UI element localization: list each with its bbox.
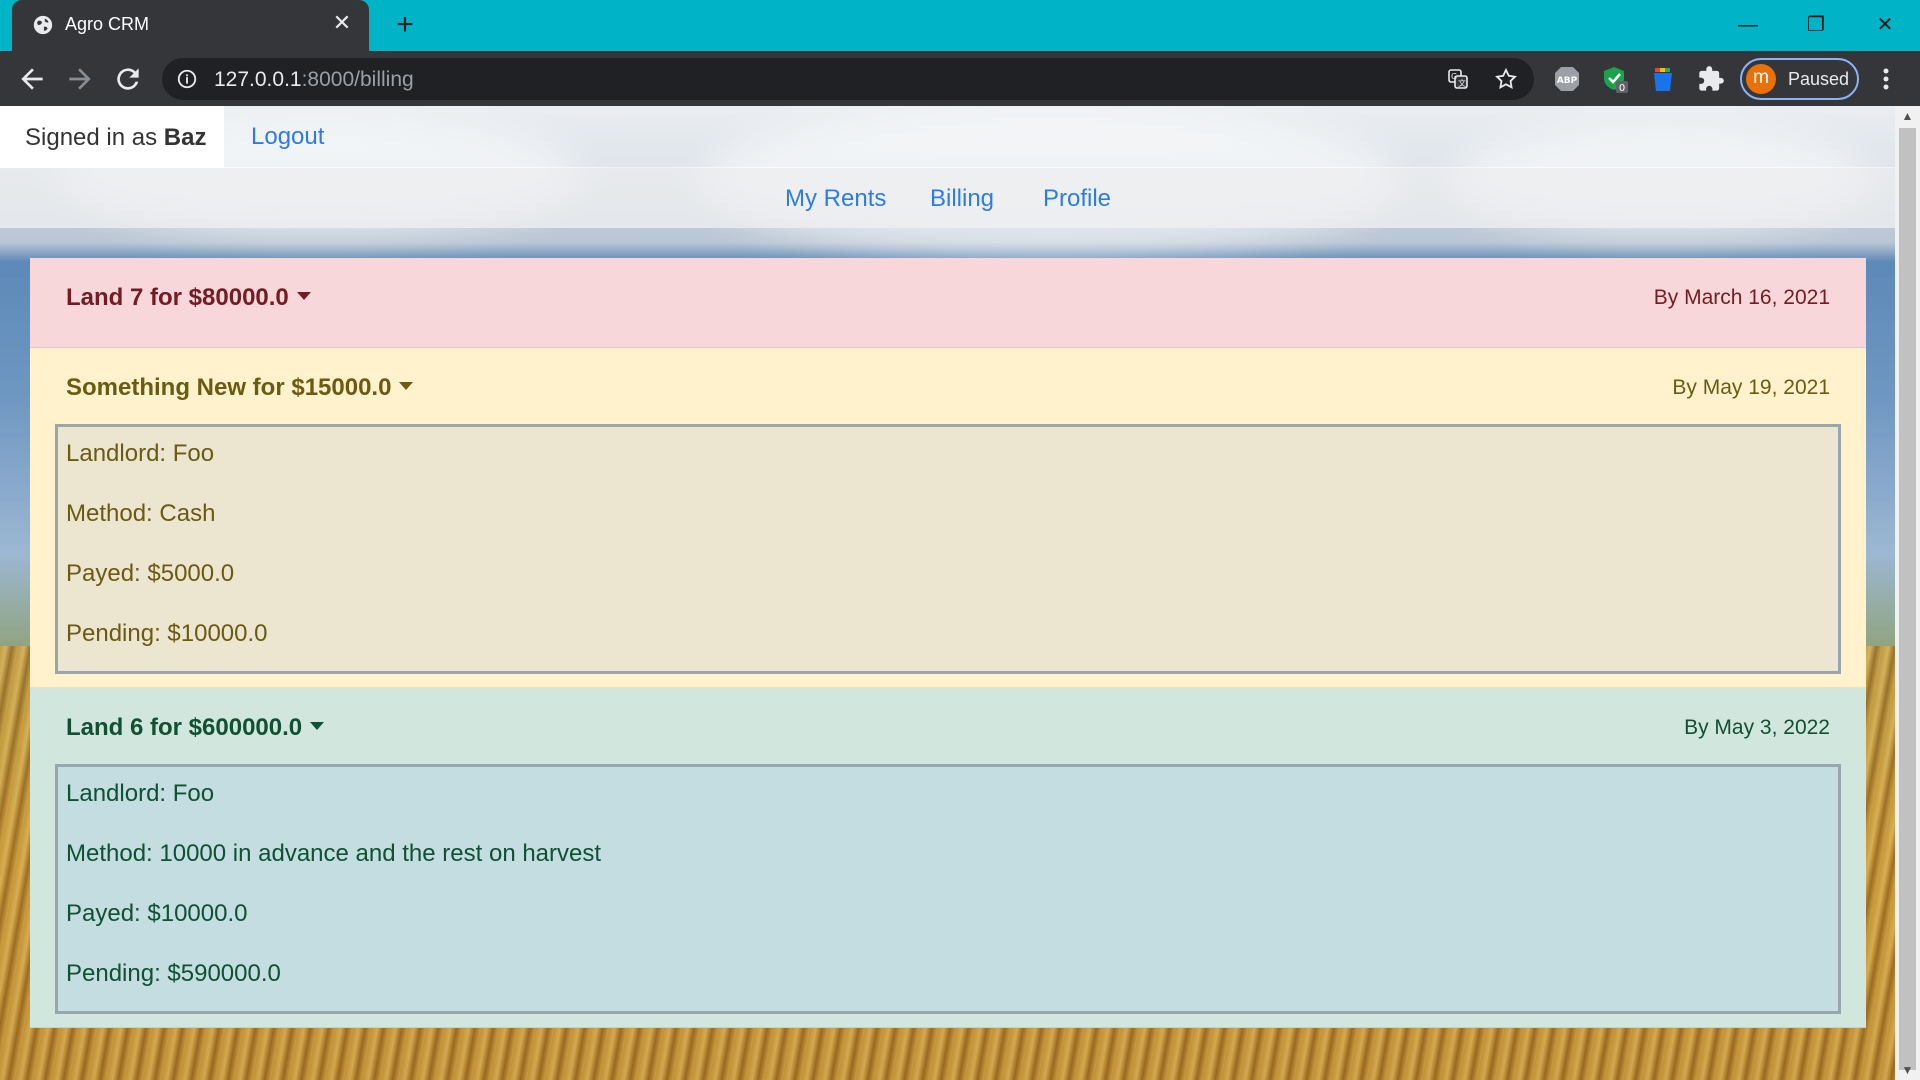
payed-text: Payed: $10000.0 xyxy=(66,900,248,927)
billing-item: Land 6 for $600000.0 By May 3, 2022 Land… xyxy=(30,688,1866,1028)
billing-item-date: By March 16, 2021 xyxy=(1653,286,1830,309)
adblock-label: ABP xyxy=(1557,76,1578,86)
tab-strip: Agro CRM ✕ + — ❐ ✕ xyxy=(0,0,1920,51)
billing-item-header[interactable]: Something New for $15000.0 By May 19, 20… xyxy=(30,348,1866,424)
restore-button[interactable]: ❐ xyxy=(1793,8,1839,42)
billing-item-title: Land 6 for $600000.0 xyxy=(66,714,303,741)
new-tab-button[interactable]: + xyxy=(390,10,420,40)
bookmark-star-icon[interactable] xyxy=(1494,67,1518,91)
signed-in-prefix: Signed in as xyxy=(25,124,158,151)
back-icon[interactable] xyxy=(16,63,48,95)
forward-icon[interactable] xyxy=(64,63,96,95)
billing-item-date: By May 3, 2022 xyxy=(1684,716,1830,739)
page-viewport: Signed in as Baz Logout My Rents Billing… xyxy=(0,106,1895,1080)
minimize-button[interactable]: — xyxy=(1725,8,1771,42)
signed-in-label: Signed in as Baz xyxy=(0,106,224,168)
svg-text:文: 文 xyxy=(1458,78,1466,88)
browser-toolbar: 127.0.0.1:8000/billing G 文 ABP 0 m Pause… xyxy=(0,51,1920,106)
svg-text:G: G xyxy=(1451,72,1457,81)
main-nav: My Rents Billing Profile xyxy=(0,168,1895,228)
extension-badge: 0 xyxy=(1619,83,1625,93)
billing-list: Land 7 for $80000.0 By March 16, 2021 So… xyxy=(30,258,1866,1028)
caret-down-icon xyxy=(310,721,325,730)
close-tab-icon[interactable]: ✕ xyxy=(331,12,353,34)
billing-item-details: Landlord: Foo Method: 10000 in advance a… xyxy=(55,764,1841,1014)
billing-item-date: By May 19, 2021 xyxy=(1672,376,1830,399)
username: Baz xyxy=(163,124,207,151)
landlord-text: Landlord: Foo xyxy=(66,780,215,807)
nav-my-rents[interactable]: My Rents xyxy=(785,185,886,213)
nav-billing[interactable]: Billing xyxy=(930,185,994,213)
billing-item-details: Landlord: Foo Method: Cash Payed: $5000.… xyxy=(55,424,1841,674)
billing-item-title: Land 7 for $80000.0 xyxy=(66,284,289,311)
close-window-button[interactable]: ✕ xyxy=(1862,8,1908,42)
profile-button[interactable]: m Paused xyxy=(1740,58,1859,100)
scrollbar-thumb[interactable] xyxy=(1899,128,1916,1070)
payed-text: Payed: $5000.0 xyxy=(66,560,235,587)
info-icon[interactable] xyxy=(176,68,198,90)
shield-check-icon[interactable]: 0 xyxy=(1601,65,1629,93)
billing-item-toggle[interactable]: Land 7 for $80000.0 xyxy=(66,284,311,312)
adblock-icon[interactable]: ABP xyxy=(1553,65,1581,93)
bucket-icon[interactable] xyxy=(1649,65,1677,93)
billing-item-header[interactable]: Land 7 for $80000.0 By March 16, 2021 xyxy=(30,258,1866,347)
billing-item: Something New for $15000.0 By May 19, 20… xyxy=(30,348,1866,688)
page-scrollbar[interactable]: ▲ ▼ xyxy=(1895,106,1920,1080)
method-text: Method: Cash xyxy=(66,500,216,527)
logout-link[interactable]: Logout xyxy=(251,123,324,151)
landlord-text: Landlord: Foo xyxy=(66,440,215,467)
tab-title: Agro CRM xyxy=(65,14,150,34)
method-text: Method: 10000 in advance and the rest on… xyxy=(66,840,602,867)
more-menu-icon[interactable] xyxy=(1876,65,1896,93)
user-bar: Signed in as Baz Logout xyxy=(0,106,1895,168)
avatar: m xyxy=(1746,64,1776,94)
billing-item-title: Something New for $15000.0 xyxy=(66,374,392,401)
scroll-down-icon[interactable]: ▼ xyxy=(1895,1060,1920,1080)
billing-item-toggle[interactable]: Land 6 for $600000.0 xyxy=(66,714,325,742)
url-path: :8000/billing xyxy=(301,68,414,91)
pending-text: Pending: $10000.0 xyxy=(66,620,268,647)
billing-item-toggle[interactable]: Something New for $15000.0 xyxy=(66,374,414,402)
reload-icon[interactable] xyxy=(112,63,144,95)
browser-tab[interactable]: Agro CRM ✕ xyxy=(12,0,369,51)
caret-down-icon xyxy=(296,291,311,300)
address-bar[interactable]: 127.0.0.1:8000/billing G 文 xyxy=(162,58,1534,100)
nav-profile[interactable]: Profile xyxy=(1043,185,1111,213)
billing-item: Land 7 for $80000.0 By March 16, 2021 xyxy=(30,258,1866,348)
billing-item-header[interactable]: Land 6 for $600000.0 By May 3, 2022 xyxy=(30,688,1866,764)
pending-text: Pending: $590000.0 xyxy=(66,960,281,987)
extensions-puzzle-icon[interactable] xyxy=(1697,65,1725,93)
profile-status: Paused xyxy=(1788,69,1850,89)
url-text[interactable]: 127.0.0.1:8000/billing xyxy=(214,68,414,92)
scroll-up-icon[interactable]: ▲ xyxy=(1895,106,1920,126)
caret-down-icon xyxy=(399,381,414,390)
url-host: 127.0.0.1 xyxy=(214,68,302,91)
globe-icon xyxy=(33,15,53,35)
translate-icon[interactable]: G 文 xyxy=(1446,67,1470,91)
